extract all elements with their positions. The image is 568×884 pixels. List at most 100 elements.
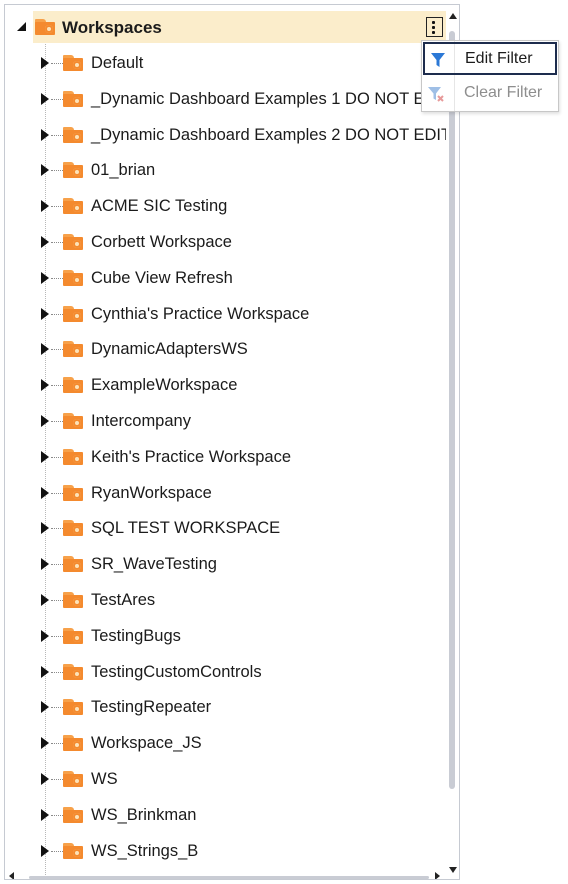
more-options-button[interactable]: [426, 17, 443, 37]
tree-item[interactable]: SR_WaveTesting: [5, 548, 451, 580]
tree-connector: [51, 456, 63, 458]
tree-item[interactable]: _Dynamic Dashboard Examples 1 DO NOT EDI…: [5, 83, 451, 115]
workspace-folder-icon: [63, 341, 83, 358]
workspace-folder-icon: [63, 377, 83, 394]
tree-item[interactable]: Keith's Practice Workspace: [5, 441, 451, 473]
tree-connector: [51, 170, 63, 172]
expand-arrow-icon[interactable]: [41, 737, 49, 750]
expand-arrow-icon[interactable]: [41, 343, 49, 356]
vertical-scrollbar[interactable]: [446, 9, 459, 877]
expand-arrow-icon[interactable]: [41, 808, 49, 821]
tree-item-label: TestingCustomControls: [91, 662, 262, 681]
tree-item[interactable]: TestingRepeater: [5, 691, 451, 723]
tree-item-label: ExampleWorkspace: [91, 376, 238, 395]
tree-item-label: ACME SIC Testing: [91, 197, 228, 216]
tree-connector: [51, 850, 63, 852]
tree-item[interactable]: Workspace_JS: [5, 727, 451, 759]
tree-item[interactable]: ExampleWorkspace: [5, 369, 451, 401]
tree-item[interactable]: TestingCustomControls: [5, 656, 451, 688]
tree-connector: [51, 528, 63, 530]
tree-connector: [51, 707, 63, 709]
tree-item[interactable]: DynamicAdaptersWS: [5, 333, 451, 365]
horizontal-scroll-thumb[interactable]: [29, 876, 429, 879]
tree-item[interactable]: WS: [5, 763, 451, 795]
tree-root-workspaces[interactable]: Workspaces: [5, 11, 451, 43]
edit-filter-menu-item[interactable]: Edit Filter: [423, 42, 557, 75]
edit-filter-label: Edit Filter: [465, 50, 533, 67]
workspace-folder-icon: [63, 663, 83, 680]
collapse-arrow-icon[interactable]: [17, 22, 26, 31]
expand-arrow-icon[interactable]: [41, 379, 49, 392]
tree-connector: [51, 313, 63, 315]
tree-item-label: TestAres: [91, 591, 156, 609]
tree-item-label: Cynthia's Practice Workspace: [91, 304, 310, 323]
tree-connector: [51, 206, 63, 208]
workspace-folder-icon: [63, 162, 83, 179]
tree-connector: [51, 635, 63, 637]
workspace-tree: Workspaces Default _Dynamic Dashboard Exa…: [4, 4, 460, 880]
tree-item[interactable]: ACME SIC Testing: [5, 190, 451, 222]
horizontal-scrollbar[interactable]: [5, 872, 446, 879]
expand-arrow-icon[interactable]: [41, 558, 49, 571]
tree-item[interactable]: SQL TEST WORKSPACE: [5, 512, 451, 544]
tree-item[interactable]: RyanWorkspace: [5, 477, 451, 509]
scroll-right-arrow-icon[interactable]: [435, 872, 440, 879]
expand-arrow-icon[interactable]: [41, 236, 49, 248]
tree-connector: [51, 421, 63, 422]
clear-filter-menu-item[interactable]: Clear Filter: [422, 77, 558, 111]
workspace-folder-icon: [63, 520, 83, 537]
tree-connector: [51, 564, 63, 566]
scroll-up-arrow-icon[interactable]: [449, 13, 457, 19]
expand-arrow-icon[interactable]: [41, 92, 49, 105]
workspace-folder-icon: [35, 19, 55, 35]
tree-item[interactable]: WS_Strings_B: [5, 835, 451, 867]
clear-filter-label: Clear Filter: [464, 84, 543, 101]
workspace-folder-icon: [63, 842, 83, 859]
scroll-left-arrow-icon[interactable]: [9, 872, 14, 879]
expand-arrow-icon[interactable]: [41, 844, 49, 857]
expand-arrow-icon[interactable]: [41, 701, 49, 714]
tree-item-label: 01_brian: [91, 161, 156, 180]
tree-item[interactable]: Intercompany: [5, 405, 451, 437]
tree-item[interactable]: Corbett Workspace: [5, 226, 451, 258]
expand-arrow-icon[interactable]: [41, 57, 49, 69]
expand-arrow-icon[interactable]: [41, 307, 49, 320]
filter-context-menu: Edit Filter Clear Filter: [421, 40, 559, 112]
workspace-folder-icon: [63, 90, 83, 107]
tree-item[interactable]: Cynthia's Practice Workspace: [5, 298, 451, 330]
expand-arrow-icon[interactable]: [41, 594, 49, 606]
expand-arrow-icon[interactable]: [41, 773, 49, 785]
tree-item[interactable]: WS_Brinkman: [5, 799, 451, 831]
tree-item[interactable]: TestAres: [5, 584, 451, 616]
expand-arrow-icon[interactable]: [41, 629, 49, 642]
expand-arrow-icon[interactable]: [41, 271, 49, 284]
tree-item[interactable]: 01_brian: [5, 154, 451, 186]
tree-connector: [51, 63, 63, 64]
tree-item[interactable]: _Dynamic Dashboard Examples 2 DO NOT EDI…: [5, 119, 451, 151]
tree-item[interactable]: TestingBugs: [5, 620, 451, 652]
expand-arrow-icon[interactable]: [41, 164, 49, 177]
tree-item-label: Keith's Practice Workspace: [91, 447, 292, 466]
workspace-folder-icon: [63, 413, 83, 429]
tree-connector: [51, 743, 63, 745]
tree-item-label: Cube View Refresh: [91, 268, 233, 287]
tree-item[interactable]: Cube View Refresh: [5, 262, 451, 294]
workspace-folder-icon: [63, 484, 83, 501]
expand-arrow-icon[interactable]: [41, 200, 49, 213]
vertical-scroll-thumb[interactable]: [449, 31, 455, 789]
tree-item[interactable]: Default: [5, 47, 451, 79]
workspace-folder-icon: [63, 806, 83, 823]
expand-arrow-icon[interactable]: [41, 450, 49, 463]
expand-arrow-icon[interactable]: [41, 665, 49, 678]
tree-item-label: TestingRepeater: [91, 698, 212, 717]
tree-connector: [51, 349, 63, 351]
tree-item-label: TestingBugs: [91, 626, 181, 645]
workspace-folder-icon: [63, 627, 83, 644]
expand-arrow-icon[interactable]: [41, 486, 49, 499]
tree-connector: [51, 242, 63, 243]
expand-arrow-icon[interactable]: [41, 128, 49, 141]
more-options-icon: [432, 21, 435, 24]
expand-arrow-icon[interactable]: [41, 415, 49, 427]
expand-arrow-icon[interactable]: [41, 522, 49, 535]
scroll-down-arrow-icon[interactable]: [449, 867, 457, 873]
